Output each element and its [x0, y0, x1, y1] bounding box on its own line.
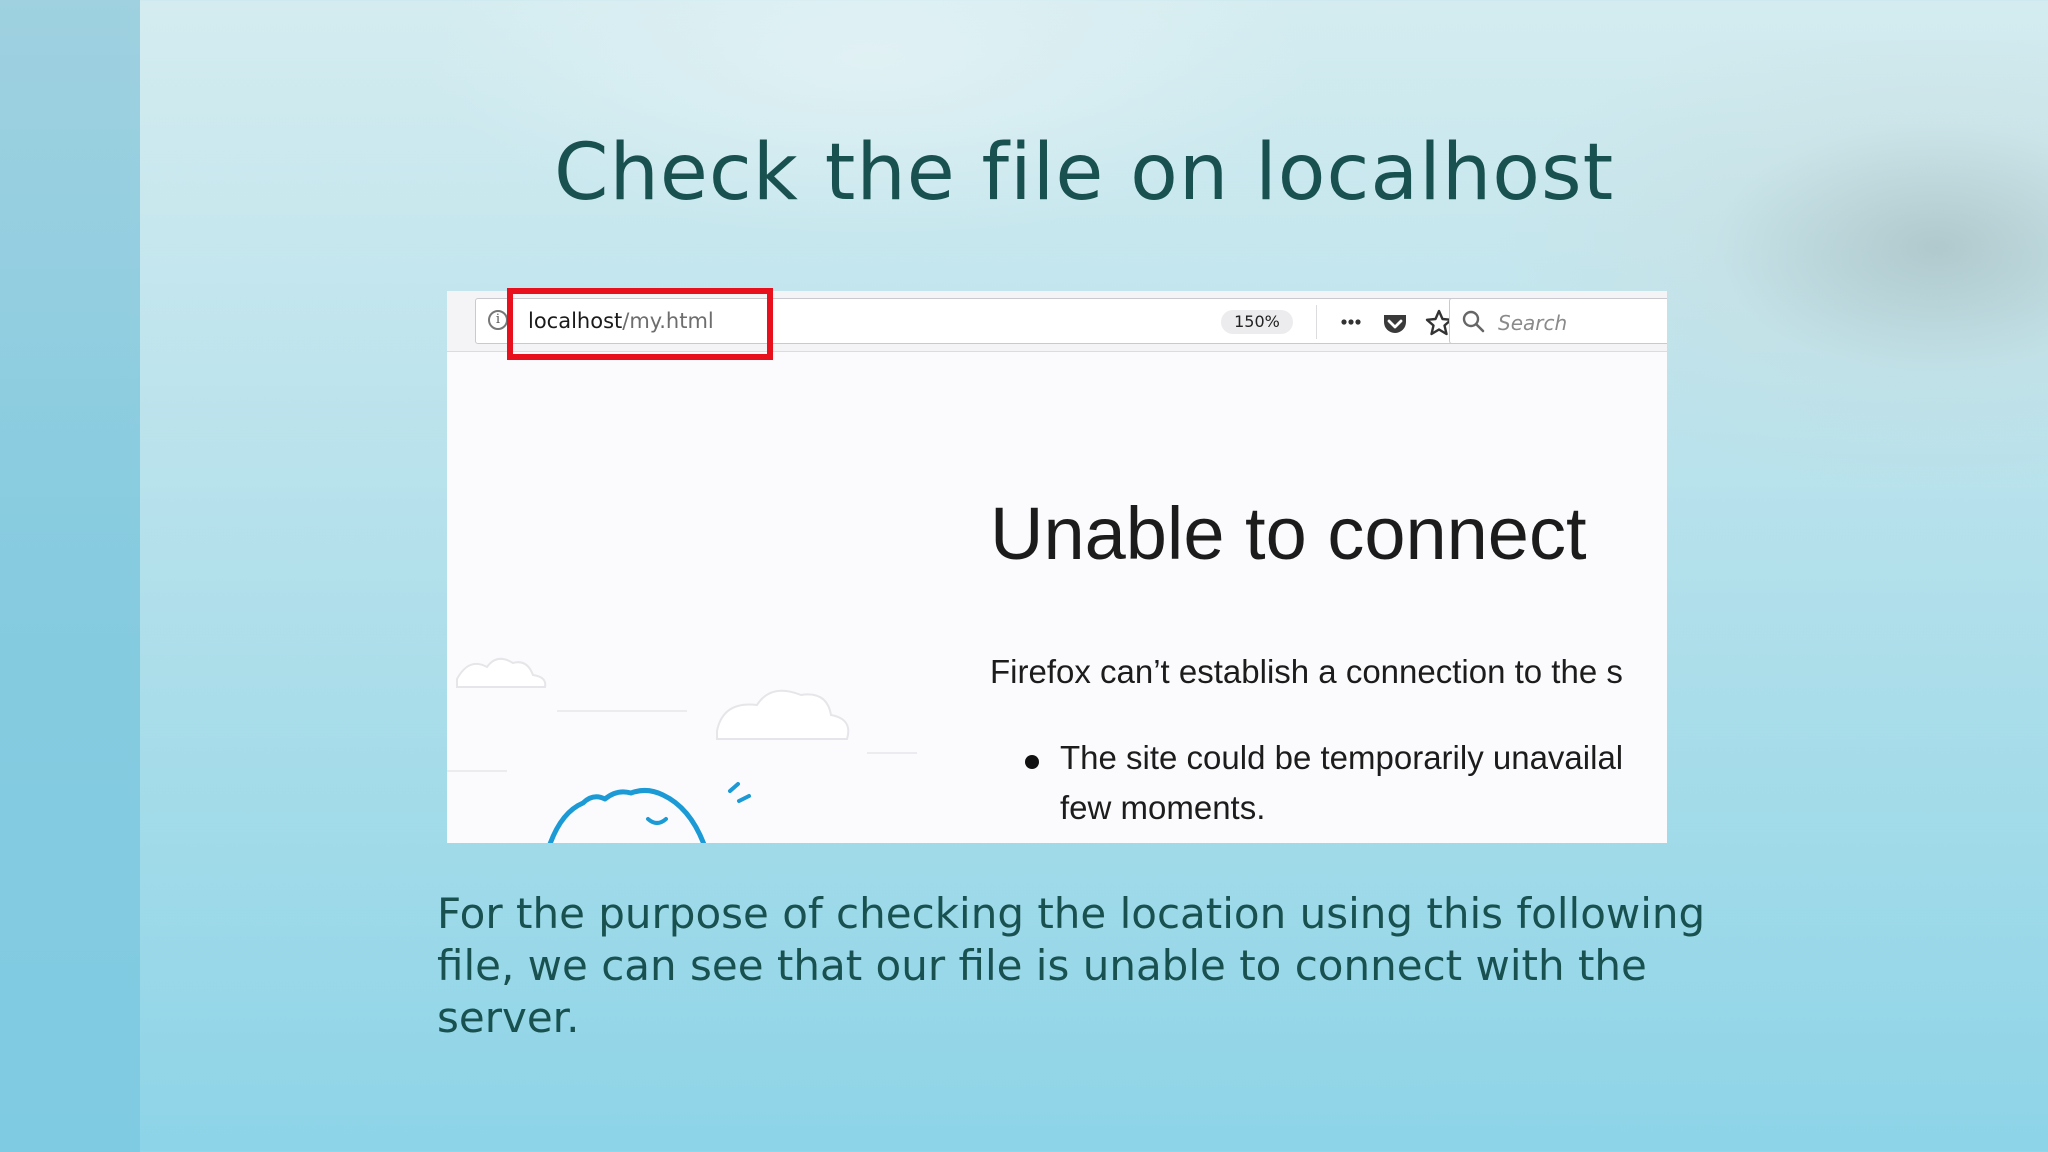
- caption-line: file, we can see that our file is unable…: [437, 941, 1647, 990]
- search-bar[interactable]: Search: [1449, 298, 1667, 344]
- toolbar-divider: [1316, 305, 1317, 339]
- slide-title: Check the file on localhost: [554, 128, 1615, 218]
- browser-toolbar: i localhost/my.html 150% Search: [447, 291, 1667, 352]
- caption-line: For the purpose of checking the location…: [437, 889, 1706, 938]
- error-heading: Unable to connect: [990, 492, 1587, 575]
- slide-caption: For the purpose of checking the location…: [437, 888, 1777, 1044]
- error-bullet-line: few moments.: [1060, 789, 1266, 826]
- url-bar[interactable]: i localhost/my.html 150%: [475, 298, 1457, 344]
- search-placeholder: Search: [1498, 311, 1568, 335]
- url-text: localhost/my.html: [528, 309, 714, 333]
- caption-line: server.: [437, 993, 580, 1042]
- more-icon[interactable]: [1334, 305, 1368, 339]
- error-description: Firefox can’t establish a connection to …: [990, 653, 1623, 690]
- background-left-band: [0, 0, 140, 1152]
- dinosaur-illustration: [447, 657, 917, 843]
- zoom-level-badge[interactable]: 150%: [1221, 310, 1293, 334]
- error-bullet: The site could be temporarily unavailal …: [1060, 733, 1667, 833]
- url-path: /my.html: [622, 309, 714, 333]
- browser-screenshot: i localhost/my.html 150% Search Unable t…: [447, 291, 1667, 843]
- url-host: localhost: [528, 309, 623, 333]
- search-icon: [1462, 310, 1485, 333]
- bullet-marker: [1025, 755, 1039, 769]
- info-icon[interactable]: i: [488, 310, 508, 330]
- error-bullet-line: The site could be temporarily unavailal: [1060, 739, 1624, 776]
- pocket-icon[interactable]: [1378, 306, 1412, 340]
